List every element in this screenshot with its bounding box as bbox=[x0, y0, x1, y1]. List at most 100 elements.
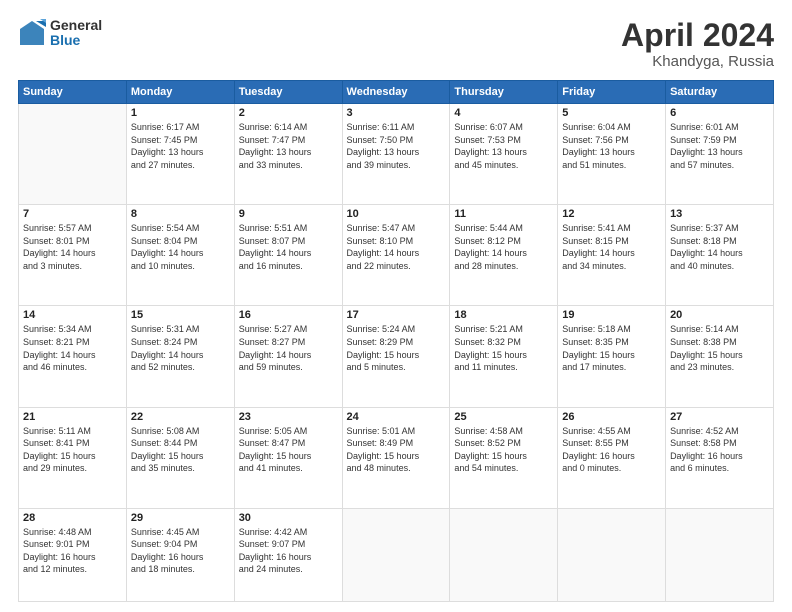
cell-info: Sunrise: 4:52 AM Sunset: 8:58 PM Dayligh… bbox=[670, 425, 769, 475]
table-row: 28 Sunrise: 4:48 AM Sunset: 9:01 PM Dayli… bbox=[19, 508, 127, 601]
day-number: 3 bbox=[347, 107, 446, 119]
table-row: 22 Sunrise: 5:08 AM Sunset: 8:44 PM Dayli… bbox=[126, 407, 234, 508]
day-number: 25 bbox=[454, 411, 553, 423]
table-row: 26 Sunrise: 4:55 AM Sunset: 8:55 PM Dayli… bbox=[558, 407, 666, 508]
cell-info: Sunrise: 5:05 AM Sunset: 8:47 PM Dayligh… bbox=[239, 425, 338, 475]
cell-info: Sunrise: 5:34 AM Sunset: 8:21 PM Dayligh… bbox=[23, 323, 122, 373]
day-number: 16 bbox=[239, 309, 338, 321]
header-friday: Friday bbox=[558, 81, 666, 104]
table-row: 9 Sunrise: 5:51 AM Sunset: 8:07 PM Daylig… bbox=[234, 205, 342, 306]
day-number: 12 bbox=[562, 208, 661, 220]
table-row: 25 Sunrise: 4:58 AM Sunset: 8:52 PM Dayli… bbox=[450, 407, 558, 508]
table-row: 4Sunrise: 6:07 AM Sunset: 7:53 PM Daylig… bbox=[450, 104, 558, 205]
cell-info: Sunrise: 5:24 AM Sunset: 8:29 PM Dayligh… bbox=[347, 323, 446, 373]
table-row: 2 Sunrise: 6:14 AM Sunset: 7:47 PM Daylig… bbox=[234, 104, 342, 205]
cell-info: Sunrise: 4:58 AM Sunset: 8:52 PM Dayligh… bbox=[454, 425, 553, 475]
cell-info: Sunrise: 6:14 AM Sunset: 7:47 PM Dayligh… bbox=[239, 121, 338, 171]
cell-info: Sunrise: 4:48 AM Sunset: 9:01 PM Dayligh… bbox=[23, 526, 122, 576]
table-row: 30Sunrise: 4:42 AM Sunset: 9:07 PM Dayli… bbox=[234, 508, 342, 601]
cell-info: Sunrise: 6:11 AM Sunset: 7:50 PM Dayligh… bbox=[347, 121, 446, 171]
cell-info: Sunrise: 5:14 AM Sunset: 8:38 PM Dayligh… bbox=[670, 323, 769, 373]
day-number: 29 bbox=[131, 512, 230, 524]
day-number: 2 bbox=[239, 107, 338, 119]
calendar-table: Sunday Monday Tuesday Wednesday Thursday… bbox=[18, 80, 774, 602]
day-number: 1 bbox=[131, 107, 230, 119]
calendar-title: April 2024 bbox=[621, 18, 774, 53]
day-number: 17 bbox=[347, 309, 446, 321]
header-thursday: Thursday bbox=[450, 81, 558, 104]
logo-general: General bbox=[50, 18, 102, 33]
header-monday: Monday bbox=[126, 81, 234, 104]
table-row: 8 Sunrise: 5:54 AM Sunset: 8:04 PM Daylig… bbox=[126, 205, 234, 306]
table-row bbox=[19, 104, 127, 205]
table-row: 27 Sunrise: 4:52 AM Sunset: 8:58 PM Dayli… bbox=[666, 407, 774, 508]
day-number: 23 bbox=[239, 411, 338, 423]
table-row: 1 Sunrise: 6:17 AM Sunset: 7:45 PM Daylig… bbox=[126, 104, 234, 205]
day-number: 15 bbox=[131, 309, 230, 321]
day-number: 22 bbox=[131, 411, 230, 423]
table-row: 24 Sunrise: 5:01 AM Sunset: 8:49 PM Dayli… bbox=[342, 407, 450, 508]
table-row: 13 Sunrise: 5:37 AM Sunset: 8:18 PM Dayli… bbox=[666, 205, 774, 306]
table-row: 15 Sunrise: 5:31 AM Sunset: 8:24 PM Dayli… bbox=[126, 306, 234, 407]
day-number: 10 bbox=[347, 208, 446, 220]
cell-info: Sunrise: 5:37 AM Sunset: 8:18 PM Dayligh… bbox=[670, 222, 769, 272]
table-row: 16 Sunrise: 5:27 AM Sunset: 8:27 PM Dayli… bbox=[234, 306, 342, 407]
table-row: 18Sunrise: 5:21 AM Sunset: 8:32 PM Dayli… bbox=[450, 306, 558, 407]
table-row: 10Sunrise: 5:47 AM Sunset: 8:10 PM Dayli… bbox=[342, 205, 450, 306]
calendar-location: Khandyga, Russia bbox=[621, 53, 774, 70]
table-row: 19 Sunrise: 5:18 AM Sunset: 8:35 PM Dayli… bbox=[558, 306, 666, 407]
day-number: 28 bbox=[23, 512, 122, 524]
cell-info: Sunrise: 6:07 AM Sunset: 7:53 PM Dayligh… bbox=[454, 121, 553, 171]
table-row bbox=[342, 508, 450, 601]
logo-text: General Blue bbox=[50, 18, 102, 49]
day-number: 19 bbox=[562, 309, 661, 321]
day-number: 24 bbox=[347, 411, 446, 423]
cell-info: Sunrise: 5:27 AM Sunset: 8:27 PM Dayligh… bbox=[239, 323, 338, 373]
day-number: 8 bbox=[131, 208, 230, 220]
table-row: 12Sunrise: 5:41 AM Sunset: 8:15 PM Dayli… bbox=[558, 205, 666, 306]
cell-info: Sunrise: 5:08 AM Sunset: 8:44 PM Dayligh… bbox=[131, 425, 230, 475]
cell-info: Sunrise: 5:51 AM Sunset: 8:07 PM Dayligh… bbox=[239, 222, 338, 272]
header-saturday: Saturday bbox=[666, 81, 774, 104]
day-number: 11 bbox=[454, 208, 553, 220]
cell-info: Sunrise: 5:11 AM Sunset: 8:41 PM Dayligh… bbox=[23, 425, 122, 475]
header-wednesday: Wednesday bbox=[342, 81, 450, 104]
day-number: 30 bbox=[239, 512, 338, 524]
table-row bbox=[450, 508, 558, 601]
day-number: 21 bbox=[23, 411, 122, 423]
header-sunday: Sunday bbox=[19, 81, 127, 104]
header-tuesday: Tuesday bbox=[234, 81, 342, 104]
cell-info: Sunrise: 5:18 AM Sunset: 8:35 PM Dayligh… bbox=[562, 323, 661, 373]
title-block: April 2024 Khandyga, Russia bbox=[621, 18, 774, 70]
day-number: 18 bbox=[454, 309, 553, 321]
cell-info: Sunrise: 6:01 AM Sunset: 7:59 PM Dayligh… bbox=[670, 121, 769, 171]
table-row: 14Sunrise: 5:34 AM Sunset: 8:21 PM Dayli… bbox=[19, 306, 127, 407]
logo-blue: Blue bbox=[50, 33, 102, 48]
cell-info: Sunrise: 4:45 AM Sunset: 9:04 PM Dayligh… bbox=[131, 526, 230, 576]
logo: General Blue bbox=[18, 18, 102, 49]
cell-info: Sunrise: 4:55 AM Sunset: 8:55 PM Dayligh… bbox=[562, 425, 661, 475]
cell-info: Sunrise: 5:31 AM Sunset: 8:24 PM Dayligh… bbox=[131, 323, 230, 373]
calendar-header-row: Sunday Monday Tuesday Wednesday Thursday… bbox=[19, 81, 774, 104]
table-row: 3 Sunrise: 6:11 AM Sunset: 7:50 PM Daylig… bbox=[342, 104, 450, 205]
day-number: 20 bbox=[670, 309, 769, 321]
table-row: 20 Sunrise: 5:14 AM Sunset: 8:38 PM Dayli… bbox=[666, 306, 774, 407]
cell-info: Sunrise: 6:04 AM Sunset: 7:56 PM Dayligh… bbox=[562, 121, 661, 171]
generalblue-logo-icon bbox=[18, 19, 46, 47]
header: General Blue April 2024 Khandyga, Russia bbox=[18, 18, 774, 70]
table-row: 23 Sunrise: 5:05 AM Sunset: 8:47 PM Dayli… bbox=[234, 407, 342, 508]
cell-info: Sunrise: 5:01 AM Sunset: 8:49 PM Dayligh… bbox=[347, 425, 446, 475]
cell-info: Sunrise: 5:44 AM Sunset: 8:12 PM Dayligh… bbox=[454, 222, 553, 272]
table-row bbox=[558, 508, 666, 601]
day-number: 26 bbox=[562, 411, 661, 423]
day-number: 13 bbox=[670, 208, 769, 220]
table-row: 5Sunrise: 6:04 AM Sunset: 7:56 PM Daylig… bbox=[558, 104, 666, 205]
table-row: 21 Sunrise: 5:11 AM Sunset: 8:41 PM Dayli… bbox=[19, 407, 127, 508]
day-number: 9 bbox=[239, 208, 338, 220]
cell-info: Sunrise: 5:54 AM Sunset: 8:04 PM Dayligh… bbox=[131, 222, 230, 272]
table-row: 11 Sunrise: 5:44 AM Sunset: 8:12 PM Dayli… bbox=[450, 205, 558, 306]
table-row: 6 Sunrise: 6:01 AM Sunset: 7:59 PM Daylig… bbox=[666, 104, 774, 205]
cell-info: Sunrise: 6:17 AM Sunset: 7:45 PM Dayligh… bbox=[131, 121, 230, 171]
day-number: 6 bbox=[670, 107, 769, 119]
day-number: 27 bbox=[670, 411, 769, 423]
